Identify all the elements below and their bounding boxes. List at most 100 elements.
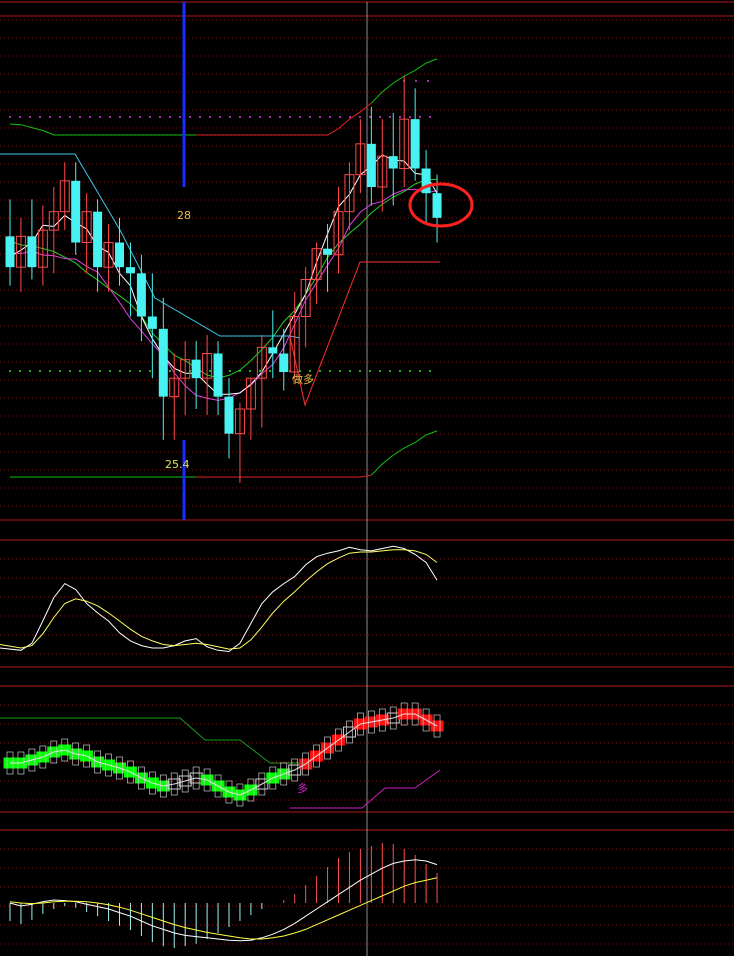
support-dot <box>99 370 101 372</box>
candle-body-down <box>432 193 442 218</box>
resistance-dot <box>339 116 341 118</box>
oscillator-slow-line <box>0 549 438 650</box>
resistance-dot <box>379 116 381 118</box>
resistance-dot <box>299 116 301 118</box>
support-dot <box>59 370 61 372</box>
resistance-dot <box>429 116 431 118</box>
resistance-dot <box>199 116 201 118</box>
resistance-dot <box>179 116 181 118</box>
support-dot <box>389 370 391 372</box>
resistance-dot <box>309 116 311 118</box>
candle-body-down <box>191 359 201 379</box>
upper-band-green <box>9 123 197 136</box>
resistance-dot <box>229 116 231 118</box>
support-dot <box>229 370 231 372</box>
resistance-dot <box>329 116 331 118</box>
resistance-dot <box>399 116 401 118</box>
resistance-dot <box>269 116 271 118</box>
support-dot <box>329 370 331 372</box>
high-marker-label: 28 <box>177 209 191 222</box>
resistance-dot <box>409 116 411 118</box>
resistance-dot <box>9 116 11 118</box>
resistance-dot <box>159 116 161 118</box>
resistance-dot <box>389 116 391 118</box>
resistance-dot <box>59 116 61 118</box>
candle-body-down <box>136 273 146 317</box>
candle-body-down <box>224 396 234 434</box>
support-dot <box>379 370 381 372</box>
support-dot <box>319 370 321 372</box>
upper-band-red <box>196 102 372 136</box>
support-dot <box>119 370 121 372</box>
resistance-dot <box>189 116 191 118</box>
candle-body-down <box>115 242 124 268</box>
support-dot <box>129 370 131 372</box>
resistance-dot <box>109 116 111 118</box>
resistance-dot <box>149 116 151 118</box>
lower-band-red <box>196 474 372 478</box>
resistance-dot <box>69 116 71 118</box>
resistance-dot <box>19 116 21 118</box>
support-dot <box>399 370 401 372</box>
resistance-dot <box>49 116 51 118</box>
signal-label-long: 做多 <box>292 372 314 386</box>
candle-body-down <box>125 267 135 274</box>
stock-chart-svg: 28 25.4 做多 多 <box>0 1 734 956</box>
support-dot <box>419 370 421 372</box>
resistance-dot <box>427 80 429 82</box>
support-dot <box>309 370 311 372</box>
resistance-dot <box>419 116 421 118</box>
support-dot <box>409 370 411 372</box>
resistance-dot <box>29 116 31 118</box>
support-dot <box>9 370 11 372</box>
support-dot <box>69 370 71 372</box>
candle-body-down <box>279 353 289 372</box>
support-dot <box>209 370 211 372</box>
resistance-dot <box>209 116 211 118</box>
resistance-dot <box>415 80 417 82</box>
support-dot <box>19 370 21 372</box>
support-dot <box>149 370 151 372</box>
resistance-dot <box>279 116 281 118</box>
candle-body-down <box>410 119 420 169</box>
resistance-dot <box>119 116 121 118</box>
support-dot <box>429 370 431 372</box>
resistance-dot <box>289 116 291 118</box>
support-dot <box>39 370 41 372</box>
support-dot <box>29 370 31 372</box>
stepped-support-line <box>290 769 441 809</box>
resistance-dot <box>259 116 261 118</box>
lower-band-green <box>370 430 438 476</box>
resistance-dot <box>129 116 131 118</box>
resistance-dot <box>99 116 101 118</box>
support-dot <box>89 370 91 372</box>
resistance-dot <box>319 116 321 118</box>
candle-body-down <box>27 236 37 268</box>
support-dot <box>249 370 251 372</box>
resistance-dot <box>219 116 221 118</box>
support-dot <box>359 370 361 372</box>
candle-body-down <box>147 316 157 329</box>
candle-body-down <box>366 143 376 187</box>
signal-label-bull: 多 <box>297 781 308 795</box>
oscillator-fast-line <box>0 545 438 653</box>
support-dot <box>369 370 371 372</box>
candle-body-down <box>268 347 278 354</box>
resistance-dot <box>139 116 141 118</box>
resistance-dot <box>39 116 41 118</box>
resistance-dot <box>249 116 251 118</box>
candle-body-down <box>158 328 168 397</box>
chart-stage: 28 25.4 做多 多 <box>0 0 734 956</box>
low-marker-label: 25.4 <box>165 458 190 471</box>
support-dot <box>259 370 261 372</box>
candle-body-down <box>213 353 223 397</box>
resistance-dot <box>79 116 81 118</box>
resistance-dot <box>239 116 241 118</box>
resistance-dot <box>89 116 91 118</box>
resistance-dot <box>349 116 351 118</box>
support-dot <box>349 370 351 372</box>
resistance-dot <box>169 116 171 118</box>
support-dot <box>269 370 271 372</box>
resistance-dot <box>369 116 371 118</box>
support-dot <box>79 370 81 372</box>
